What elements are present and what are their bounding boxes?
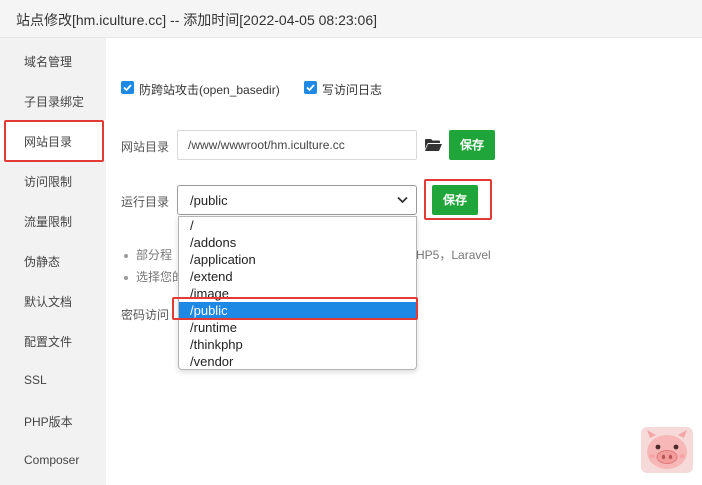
tip-line-1-tail: HP5，Laravel — [416, 248, 491, 262]
run-dir-option[interactable]: /runtime — [179, 319, 416, 336]
tip-line-1: 部分程 — [124, 246, 172, 263]
pig-mascot-icon — [641, 427, 693, 473]
sidebar-item-label: 访问限制 — [24, 175, 73, 189]
run-dir-option[interactable]: /addons — [179, 234, 416, 251]
sidebar-item-site-dir[interactable]: 网站目录 — [0, 120, 106, 160]
checkbox-checked-icon — [304, 81, 317, 94]
bullet-icon — [124, 253, 128, 258]
run-dir-option[interactable]: /image — [179, 285, 416, 302]
chevron-down-icon — [397, 196, 408, 204]
sidebar-item-label: 网站目录 — [24, 135, 73, 149]
checkbox-checked-icon — [121, 81, 134, 94]
tip-line-2: 选择您的 — [124, 268, 184, 285]
window-title: 站点修改[hm.iculture.cc] -- 添加时间[2022-04-05 … — [16, 12, 378, 28]
run-dir-dropdown-list: / /addons /application /extend /image /p… — [178, 216, 417, 370]
folder-open-icon[interactable] — [425, 138, 442, 152]
sidebar-item-access-limit[interactable]: 访问限制 — [0, 160, 106, 200]
sidebar-item-label: 子目录绑定 — [24, 95, 85, 109]
run-dir-option[interactable]: /vendor — [179, 353, 416, 369]
sidebar-item-label: 域名管理 — [24, 55, 73, 69]
run-dir-option[interactable]: / — [179, 217, 416, 234]
sidebar-item-rewrite[interactable]: 伪静态 — [0, 240, 106, 280]
site-dir-input[interactable]: /www/wwwroot/hm.iculture.cc — [177, 130, 417, 160]
save-site-dir-button[interactable]: 保存 — [449, 130, 495, 160]
sidebar-item-label: 配置文件 — [24, 335, 73, 349]
sidebar-item-config-file[interactable]: 配置文件 — [0, 320, 106, 360]
sidebar-item-label: 默认文档 — [24, 295, 73, 309]
run-dir-label: 运行目录 — [121, 195, 170, 209]
sidebar-item-domain[interactable]: 域名管理 — [0, 40, 106, 80]
sidebar-item-label: 流量限制 — [24, 215, 73, 229]
run-dir-select[interactable]: /public — [177, 185, 417, 215]
password-access-label: 密码访问 — [121, 308, 170, 322]
sidebar-item-ssl[interactable]: SSL — [0, 360, 106, 400]
title-bar: 站点修改[hm.iculture.cc] -- 添加时间[2022-04-05 … — [0, 0, 702, 38]
run-dir-option-selected[interactable]: /public — [179, 302, 416, 319]
sidebar-item-default-doc[interactable]: 默认文档 — [0, 280, 106, 320]
save-run-dir-button[interactable]: 保存 — [432, 185, 478, 215]
sidebar-item-traffic-limit[interactable]: 流量限制 — [0, 200, 106, 240]
sidebar-item-php-version[interactable]: PHP版本 — [0, 400, 106, 440]
sidebar: 域名管理 子目录绑定 网站目录 访问限制 流量限制 伪静态 默认文档 配置文件 … — [0, 38, 106, 485]
sidebar-item-label: Composer — [24, 453, 80, 467]
sidebar-item-subdir[interactable]: 子目录绑定 — [0, 80, 106, 120]
sidebar-item-label: 伪静态 — [24, 255, 61, 269]
sidebar-item-label: PHP版本 — [24, 415, 73, 429]
run-dir-option[interactable]: /extend — [179, 268, 416, 285]
run-dir-option[interactable]: /application — [179, 251, 416, 268]
anti-xss-label: 防跨站攻击(open_basedir) — [139, 83, 280, 97]
run-dir-option[interactable]: /thinkphp — [179, 336, 416, 353]
bullet-icon — [124, 275, 128, 280]
sidebar-item-composer[interactable]: Composer — [0, 440, 106, 480]
site-dir-label: 网站目录 — [121, 140, 170, 154]
run-dir-selected-value: /public — [190, 193, 228, 208]
access-log-label: 写访问日志 — [322, 83, 383, 97]
sidebar-item-label: SSL — [24, 373, 47, 387]
